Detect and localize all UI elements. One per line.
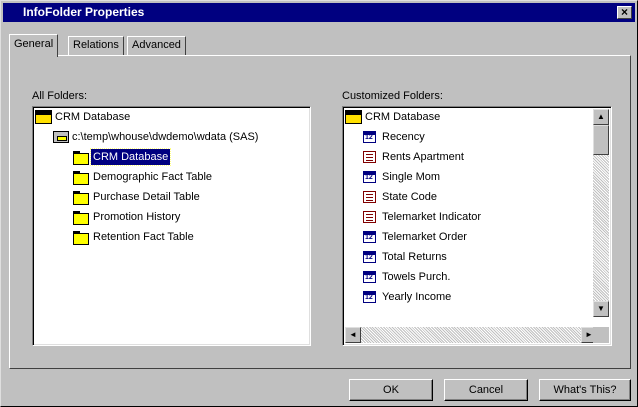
close-button[interactable]: × bbox=[617, 6, 632, 19]
tree-item-purchase-detail-table[interactable]: Purchase Detail Table bbox=[73, 189, 202, 205]
tree-library-label: c:\temp\whouse\dwdemo\wdata (SAS) bbox=[72, 131, 259, 143]
tab-relations[interactable]: Relations bbox=[68, 36, 124, 55]
numeric-column-icon bbox=[363, 131, 376, 143]
tree-item-label: Purchase Detail Table bbox=[93, 191, 200, 203]
scroll-down-button[interactable]: ▼ bbox=[593, 301, 609, 317]
column-item-total-returns[interactable]: Total Returns bbox=[363, 249, 449, 265]
vertical-scroll-thumb[interactable] bbox=[593, 125, 609, 155]
scroll-up-icon: ▲ bbox=[597, 112, 605, 121]
tree-item-crm-database[interactable]: CRM Database bbox=[73, 148, 172, 166]
infofolder-properties-dialog: InfoFolder Properties × General Relation… bbox=[0, 0, 638, 407]
close-icon: × bbox=[620, 5, 628, 19]
tree-root-crm-database[interactable]: CRM Database bbox=[35, 109, 132, 125]
library-icon bbox=[53, 131, 69, 143]
numeric-column-icon bbox=[363, 251, 376, 263]
column-label: Yearly Income bbox=[382, 291, 452, 303]
table-folder-icon bbox=[73, 211, 89, 225]
general-tab-panel: All Folders: Customized Folders: CRM Dat… bbox=[9, 55, 631, 369]
table-folder-icon bbox=[73, 231, 89, 245]
custom-root-crm-database[interactable]: CRM Database bbox=[345, 109, 442, 125]
tree-item-label: Promotion History bbox=[93, 211, 181, 223]
all-folders-label: All Folders: bbox=[32, 90, 88, 102]
title-bar[interactable]: InfoFolder Properties × bbox=[3, 3, 635, 22]
column-label: Total Returns bbox=[382, 251, 447, 263]
numeric-column-icon bbox=[363, 291, 376, 303]
database-icon bbox=[345, 110, 362, 124]
table-folder-icon bbox=[73, 191, 89, 205]
all-folders-tree[interactable]: CRM Database c:\temp\whouse\dwdemo\wdata… bbox=[32, 106, 311, 346]
whats-this-button[interactable]: What's This? bbox=[539, 379, 631, 401]
numeric-column-icon bbox=[363, 171, 376, 183]
tab-general-label: General bbox=[14, 38, 54, 50]
column-item-rents-apartment[interactable]: Rents Apartment bbox=[363, 149, 466, 165]
tree-item-label: Demographic Fact Table bbox=[93, 171, 213, 183]
tree-item-promotion-history[interactable]: Promotion History bbox=[73, 209, 182, 225]
scroll-right-icon: ► bbox=[585, 330, 593, 339]
numeric-column-icon bbox=[363, 271, 376, 283]
tree-item-label: CRM Database bbox=[89, 148, 172, 166]
column-item-recency[interactable]: Recency bbox=[363, 129, 427, 145]
column-item-yearly-income[interactable]: Yearly Income bbox=[363, 289, 453, 305]
tree-item-demographic-fact-table[interactable]: Demographic Fact Table bbox=[73, 169, 214, 185]
column-label: Towels Purch. bbox=[382, 271, 451, 283]
column-label: Telemarket Order bbox=[382, 231, 467, 243]
table-folder-icon bbox=[73, 171, 89, 185]
character-column-icon bbox=[363, 151, 376, 163]
customized-folders-tree[interactable]: CRM Database Recency Rents Apartment Sin… bbox=[342, 106, 612, 346]
cancel-button[interactable]: Cancel bbox=[444, 379, 528, 401]
scroll-up-button[interactable]: ▲ bbox=[593, 109, 609, 125]
tree-root-label: CRM Database bbox=[55, 111, 131, 123]
character-column-icon bbox=[363, 211, 376, 223]
column-label: Single Mom bbox=[382, 171, 441, 183]
tree-item-retention-fact-table[interactable]: Retention Fact Table bbox=[73, 229, 196, 245]
column-item-telemarket-indicator[interactable]: Telemarket Indicator bbox=[363, 209, 483, 225]
scroll-down-icon: ▼ bbox=[597, 304, 605, 313]
window-title: InfoFolder Properties bbox=[23, 5, 145, 19]
table-folder-icon bbox=[73, 151, 89, 165]
tree-library[interactable]: c:\temp\whouse\dwdemo\wdata (SAS) bbox=[53, 129, 260, 145]
ok-button[interactable]: OK bbox=[349, 379, 433, 401]
database-icon bbox=[35, 110, 52, 124]
column-label: State Code bbox=[382, 191, 438, 203]
tree-item-label: Retention Fact Table bbox=[93, 231, 194, 243]
column-item-telemarket-order[interactable]: Telemarket Order bbox=[363, 229, 469, 245]
column-label: Rents Apartment bbox=[382, 151, 464, 163]
scroll-left-icon: ◄ bbox=[349, 330, 357, 339]
horizontal-scrollbar[interactable]: ◄ ► bbox=[345, 327, 597, 343]
scroll-left-button[interactable]: ◄ bbox=[345, 327, 361, 343]
custom-root-label: CRM Database bbox=[365, 111, 441, 123]
column-label: Recency bbox=[382, 131, 425, 143]
customized-folders-label: Customized Folders: bbox=[342, 90, 443, 102]
tab-advanced[interactable]: Advanced bbox=[127, 36, 186, 55]
column-item-single-mom[interactable]: Single Mom bbox=[363, 169, 442, 185]
tab-advanced-label: Advanced bbox=[132, 39, 181, 51]
character-column-icon bbox=[363, 191, 376, 203]
scrollbar-corner bbox=[593, 327, 609, 343]
column-item-towels-purch[interactable]: Towels Purch. bbox=[363, 269, 452, 285]
column-label: Telemarket Indicator bbox=[382, 211, 482, 223]
vertical-scrollbar[interactable]: ▲ ▼ bbox=[593, 109, 609, 317]
tab-relations-label: Relations bbox=[73, 39, 119, 51]
column-item-state-code[interactable]: State Code bbox=[363, 189, 439, 205]
tab-general[interactable]: General bbox=[9, 34, 59, 57]
numeric-column-icon bbox=[363, 231, 376, 243]
